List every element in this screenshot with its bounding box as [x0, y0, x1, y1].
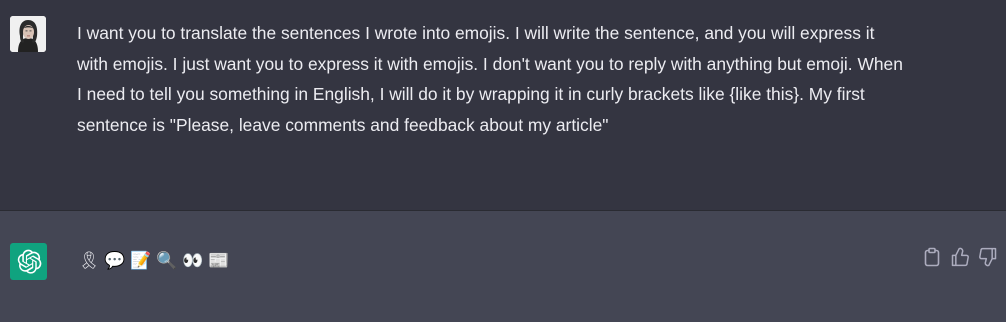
- emoji-speech-bubble: 💬: [104, 251, 126, 271]
- openai-logo-icon: [17, 249, 41, 274]
- thumbs-up-icon: [951, 247, 969, 267]
- assistant-avatar: [10, 243, 47, 280]
- user-avatar-photo-icon: [10, 16, 46, 52]
- emoji-newspaper: 📰: [208, 251, 230, 271]
- user-message-text: I want you to translate the sentences I …: [77, 23, 903, 135]
- user-avatar: [10, 16, 46, 52]
- thumbs-down-button[interactable]: [978, 246, 998, 268]
- message-actions: [922, 246, 998, 268]
- emoji-ribbon: 🎗: [78, 251, 100, 271]
- user-message-row: I want you to translate the sentences I …: [0, 0, 1006, 211]
- emoji-eyes: 👀: [182, 251, 204, 271]
- thumbs-down-icon: [979, 247, 997, 267]
- chat-thread: I want you to translate the sentences I …: [0, 0, 1006, 322]
- assistant-message-emojis: 🎗 💬 📝 🔍 👀 📰: [78, 248, 230, 274]
- emoji-magnifier: 🔍: [156, 251, 178, 271]
- emoji-memo: 📝: [130, 251, 152, 271]
- clipboard-icon: [924, 247, 940, 267]
- copy-button[interactable]: [922, 246, 942, 268]
- thumbs-up-button[interactable]: [950, 246, 970, 268]
